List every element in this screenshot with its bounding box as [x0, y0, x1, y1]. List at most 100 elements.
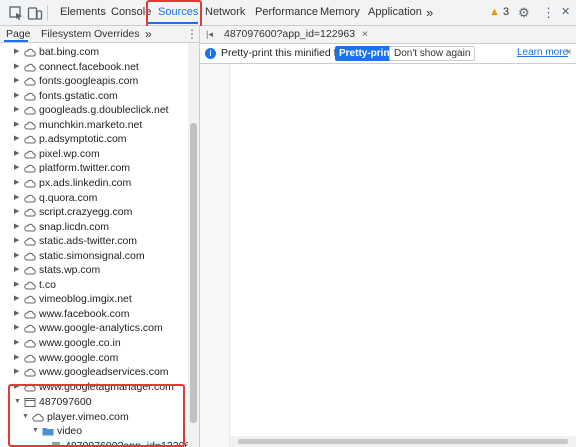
editor-scroll-thumb[interactable]: [238, 439, 568, 444]
tab-elements[interactable]: Elements: [60, 0, 106, 25]
tree-item-domain[interactable]: ▶ www.googleadservices.com: [0, 365, 188, 379]
tree-item-domain[interactable]: ▶ platform.twitter.com: [0, 161, 188, 175]
cloud-domain-icon: [24, 207, 36, 217]
expand-arrow-icon[interactable]: ▶: [14, 132, 19, 146]
navigator-menu-icon[interactable]: ⋮: [186, 26, 198, 42]
tree-item-domain[interactable]: ▶ connect.facebook.net: [0, 60, 188, 74]
cloud-domain-icon: [24, 120, 36, 130]
tree-item-label: googleads.g.doubleclick.net: [39, 104, 169, 117]
device-toolbar-icon[interactable]: [27, 5, 43, 21]
cloud-domain-icon: [24, 193, 36, 202]
expand-arrow-icon[interactable]: ▶: [14, 191, 19, 205]
expand-arrow-icon[interactable]: ▶: [14, 263, 19, 277]
tree-item-domain[interactable]: ▶ snap.licdn.com: [0, 220, 188, 234]
tree-item-label: script.crazyegg.com: [39, 206, 133, 219]
navigator-scrollbar[interactable]: [188, 43, 199, 447]
tree-item-domain[interactable]: ▶ script.crazyegg.com: [0, 205, 188, 219]
tree-item-domain[interactable]: ▶ bat.bing.com: [0, 45, 188, 59]
close-devtools-icon[interactable]: ✕: [561, 0, 570, 25]
editor-horizontal-scrollbar[interactable]: [230, 436, 576, 447]
learn-more-link[interactable]: Learn more: [517, 47, 568, 58]
open-file-tab[interactable]: 487097600?app_id=122963 ×: [224, 26, 368, 43]
expand-arrow-icon[interactable]: ▶: [14, 176, 19, 190]
tab-memory[interactable]: Memory: [320, 0, 360, 25]
expand-arrow-icon[interactable]: ▶: [14, 234, 19, 248]
inspect-element-icon[interactable]: [8, 5, 24, 21]
tree-item-domain[interactable]: ▶ fonts.gstatic.com: [0, 89, 188, 103]
expand-arrow-icon[interactable]: ▶: [14, 147, 19, 161]
expand-arrow-icon[interactable]: ▶: [14, 249, 19, 263]
tree-item-label: connect.facebook.net: [39, 60, 139, 73]
cloud-domain-icon: [24, 222, 36, 232]
more-tabs-button[interactable]: »: [426, 0, 433, 25]
tree-item-domain[interactable]: ▶ fonts.googleapis.com: [0, 74, 188, 88]
tree-item-domain[interactable]: ▶ googleads.g.doubleclick.net: [0, 103, 188, 117]
more-navigator-tabs-button[interactable]: »: [145, 26, 152, 42]
tree-item-domain[interactable]: ▶ www.google.co.in: [0, 336, 188, 350]
tree-item-label: static.ads-twitter.com: [39, 235, 138, 248]
navigator-scroll-thumb[interactable]: [190, 123, 197, 423]
cloud-domain-icon: [24, 47, 36, 57]
tab-network[interactable]: Network: [205, 0, 245, 25]
cloud-domain-icon: [24, 134, 36, 144]
tree-item-label: www.google-analytics.com: [39, 322, 163, 335]
tree-item-label: www.facebook.com: [39, 307, 130, 320]
tree-item-domain[interactable]: ▶ static.ads-twitter.com: [0, 234, 188, 248]
line-number-gutter: [200, 64, 230, 447]
tree-item-domain[interactable]: ▶ www.facebook.com: [0, 307, 188, 321]
tree-item-domain[interactable]: ▶ stats.wp.com: [0, 263, 188, 277]
expand-arrow-icon[interactable]: ▶: [14, 45, 19, 59]
tree-item-domain[interactable]: ▶ pixel.wp.com: [0, 147, 188, 161]
warnings-counter[interactable]: ▲ 3: [489, 6, 509, 20]
expand-arrow-icon[interactable]: ▶: [14, 278, 19, 292]
tree-item-domain[interactable]: ▶ munchkin.marketo.net: [0, 118, 188, 132]
cloud-domain-icon: [24, 338, 36, 348]
cloud-domain-icon: [24, 353, 36, 363]
expand-arrow-icon[interactable]: ▶: [14, 351, 19, 365]
settings-gear-icon[interactable]: ⚙: [518, 0, 530, 25]
close-file-tab-icon[interactable]: ×: [362, 28, 368, 40]
editor-area: |◂ 487097600?app_id=122963 × i Pretty-pr…: [200, 26, 576, 447]
tree-item-label: munchkin.marketo.net: [39, 118, 143, 131]
customize-menu-icon[interactable]: ⋮: [542, 0, 555, 25]
toolbar-divider: [47, 5, 48, 21]
expand-arrow-icon[interactable]: ▶: [14, 103, 19, 117]
warning-icon: ▲: [489, 6, 500, 18]
tree-item-domain[interactable]: ▶ www.google.com: [0, 351, 188, 365]
expand-arrow-icon[interactable]: ▶: [14, 220, 19, 234]
expand-arrow-icon[interactable]: ▶: [14, 161, 19, 175]
tab-performance[interactable]: Performance: [255, 0, 318, 25]
expand-arrow-icon[interactable]: ▶: [14, 292, 19, 306]
expand-arrow-icon[interactable]: ▶: [14, 74, 19, 88]
cloud-domain-icon: [24, 149, 36, 159]
tree-item-domain[interactable]: ▶ www.google-analytics.com: [0, 321, 188, 335]
tab-filesystem[interactable]: Filesystem: [41, 26, 91, 42]
cloud-domain-icon: [24, 163, 36, 173]
expand-arrow-icon[interactable]: ▶: [14, 118, 19, 132]
expand-arrow-icon[interactable]: ▶: [14, 336, 19, 350]
close-infobar-icon[interactable]: ×: [566, 47, 572, 58]
expand-arrow-icon[interactable]: ▶: [14, 205, 19, 219]
warning-count: 3: [502, 6, 510, 18]
expand-arrow-icon[interactable]: ▶: [14, 365, 19, 379]
tab-application[interactable]: Application: [368, 0, 422, 25]
tree-item-label: www.googleadservices.com: [39, 366, 169, 379]
expand-arrow-icon[interactable]: ▶: [14, 321, 19, 335]
toggle-navigator-icon[interactable]: |◂: [206, 29, 213, 40]
tree-item-domain[interactable]: ▶ t.co: [0, 278, 188, 292]
tree-item-domain[interactable]: ▶ static.simonsignal.com: [0, 249, 188, 263]
tree-item-domain[interactable]: ▶ px.ads.linkedin.com: [0, 176, 188, 190]
expand-arrow-icon[interactable]: ▶: [14, 60, 19, 74]
cloud-domain-icon: [24, 265, 36, 275]
tab-overrides[interactable]: Overrides: [94, 26, 140, 42]
tree-item-domain[interactable]: ▶ p.adsymptotic.com: [0, 132, 188, 146]
dont-show-again-button[interactable]: Don't show again: [389, 46, 476, 61]
expand-arrow-icon[interactable]: ▶: [14, 307, 19, 321]
tree-item-label: www.google.com: [39, 351, 119, 364]
expand-arrow-icon[interactable]: ▶: [14, 89, 19, 103]
tree-item-domain[interactable]: ▶ q.quora.com: [0, 191, 188, 205]
tree-item-label: stats.wp.com: [39, 264, 101, 277]
pretty-print-button[interactable]: Pretty-print: [335, 46, 397, 61]
tree-item-label: pixel.wp.com: [39, 147, 100, 160]
tree-item-domain[interactable]: ▶ vimeoblog.imgix.net: [0, 292, 188, 306]
